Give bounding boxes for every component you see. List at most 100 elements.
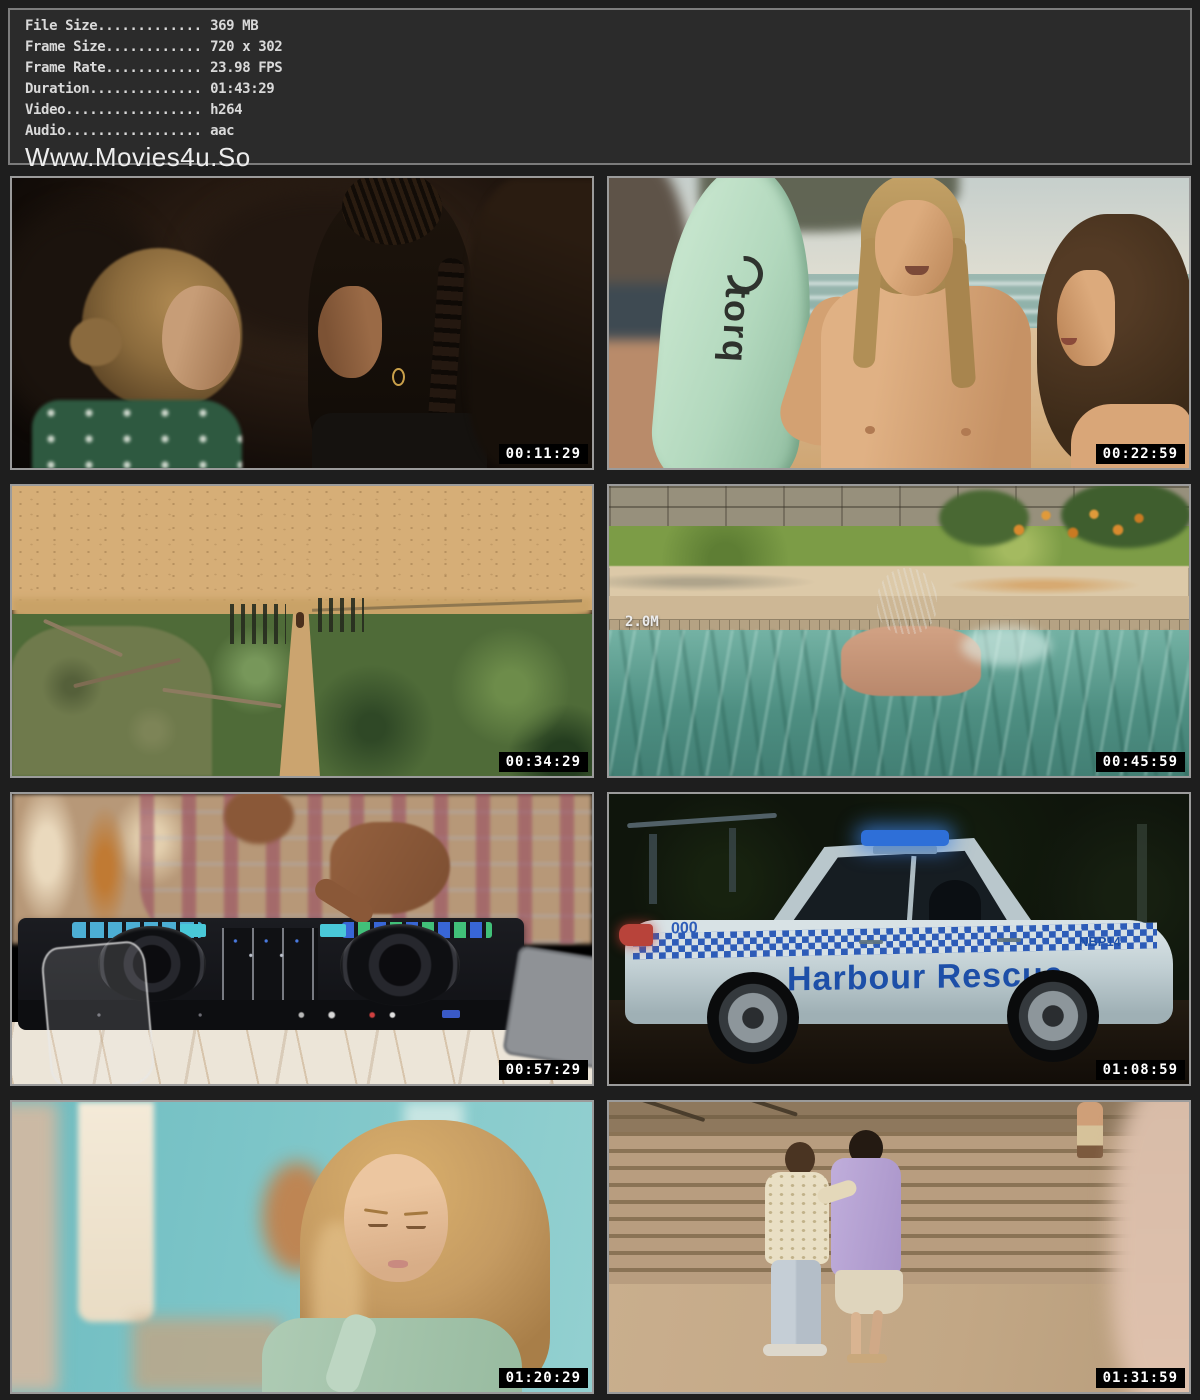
path-gate: [230, 604, 286, 644]
pergola-post: [649, 834, 657, 904]
car-rear-number: 000: [671, 920, 698, 939]
woman-heels: [847, 1354, 887, 1363]
frame-size-row: Frame Size............720 x 302: [25, 37, 1190, 58]
timestamp-badge: 00:22:59: [1096, 444, 1185, 464]
front-wheel: [1007, 970, 1099, 1062]
depth-marker-text: 2.0M: [625, 614, 659, 630]
man-shoes: [763, 1344, 827, 1356]
timestamp-badge: 00:34:29: [499, 752, 588, 772]
screenshot-robe-scene: 01:20:29: [10, 1100, 594, 1394]
swimmer-head: [877, 568, 937, 634]
foreground-silhouette: [467, 178, 594, 468]
sage-robe: [262, 1318, 522, 1392]
walking-person: [296, 612, 304, 628]
timestamp-badge: 01:20:29: [499, 1368, 588, 1388]
green-floral-dress: [32, 400, 242, 470]
chest-detail: [961, 428, 971, 436]
pergola-post: [729, 828, 736, 892]
deck-display: [320, 924, 346, 937]
gold-earring: [392, 368, 405, 386]
screenshot-pool-scene: 2.0M 00:45:59: [607, 484, 1191, 778]
timestamp-badge: 00:45:59: [1096, 752, 1185, 772]
mixer-section: [222, 928, 318, 1000]
blue-light-bar: [861, 830, 949, 846]
frame-rate-row: Frame Rate............23.98 FPS: [25, 58, 1190, 79]
file-size-row: File Size.............369 MB: [25, 16, 1190, 37]
dot-leader: .............: [97, 18, 201, 34]
dot-leader: ............: [105, 60, 201, 76]
timestamp-badge: 01:31:59: [1096, 1368, 1185, 1388]
frame-rate-value: 23.98 FPS: [202, 60, 283, 76]
lightbar-mount: [873, 846, 937, 854]
dot-leader: .................: [65, 123, 202, 139]
closed-eye: [406, 1226, 426, 1229]
duration-label: Duration: [25, 81, 89, 97]
blonde-woman-bun: [70, 318, 122, 366]
aerial-sand: [12, 486, 592, 610]
man-torso: [821, 286, 1031, 468]
audio-codec-row: Audio.................aac: [25, 121, 1190, 142]
timestamp-badge: 01:08:59: [1096, 1060, 1185, 1080]
screenshot-beach-scene: torq 00:22:59: [607, 176, 1191, 470]
distant-person: [1077, 1102, 1103, 1158]
woman-lavender-blazer: [831, 1158, 901, 1276]
man-jeans: [771, 1260, 821, 1350]
chest-detail: [865, 426, 875, 434]
file-size-label: File Size: [25, 18, 97, 34]
screenshot-grid: 00:11:29 torq 00:22:59: [10, 176, 1191, 1394]
woman-face: [1057, 270, 1115, 366]
water-splash: [961, 626, 1051, 666]
dot-leader: ..............: [89, 81, 201, 97]
door-handle: [997, 938, 1021, 942]
leather-jacket: [312, 413, 487, 470]
blurred-shelf: [132, 1318, 282, 1392]
dot-leader: ............: [105, 39, 201, 55]
frame-size-value: 720 x 302: [202, 39, 283, 55]
braided-woman-face: [318, 286, 382, 378]
media-info-panel: File Size.............369 MB Frame Size.…: [8, 8, 1192, 165]
frame-rate-label: Frame Rate: [25, 60, 105, 76]
tail-light: [619, 924, 653, 946]
media-info-page: File Size.............369 MB Frame Size.…: [0, 0, 1200, 1400]
file-size-value: 369 MB: [202, 18, 259, 34]
swimmer-shoulders: [841, 626, 981, 696]
usb-port: [442, 1010, 460, 1018]
woman-cream-skirt: [835, 1270, 903, 1314]
bright-window: [78, 1102, 154, 1322]
lips: [388, 1260, 408, 1268]
video-codec-label: Video: [25, 102, 65, 118]
laptop-edge: [502, 945, 594, 1069]
duration-value: 01:43:29: [202, 81, 275, 97]
timestamp-badge: 00:57:29: [499, 1060, 588, 1080]
pergola-post: [1137, 824, 1147, 924]
jog-wheel-right: [340, 924, 460, 1006]
timestamp-badge: 00:11:29: [499, 444, 588, 464]
orange-flowers: [1001, 498, 1151, 556]
site-watermark: Www.Movies4u.So: [25, 143, 1190, 171]
wine-glass: [40, 940, 156, 1086]
man-head: [785, 1142, 815, 1176]
door-handle: [859, 940, 883, 944]
foreground-blur: [1111, 1100, 1191, 1394]
surfboard-logo-text: torq: [709, 285, 759, 447]
closed-eye: [368, 1224, 388, 1227]
woman-leg: [851, 1312, 861, 1360]
dot-leader: .................: [65, 102, 202, 118]
rear-wheel: [707, 972, 799, 1064]
screenshot-aerial-beach: 00:34:29: [10, 484, 594, 778]
duration-row: Duration..............01:43:29: [25, 79, 1190, 100]
man-cream-shirt: [765, 1172, 829, 1264]
car-unit-code: NBP14: [1079, 934, 1121, 949]
screenshot-rescue-car: Harbour Rescue NBP14 000 01:08:59: [607, 792, 1191, 1086]
man-face: [875, 200, 953, 296]
screenshot-dj-scene: 00:57:29: [10, 792, 594, 1086]
frame-size-label: Frame Size: [25, 39, 105, 55]
video-codec-value: h264: [202, 102, 243, 118]
screenshot-club-scene: 00:11:29: [10, 176, 594, 470]
audio-codec-label: Audio: [25, 123, 65, 139]
audio-codec-value: aac: [202, 123, 235, 139]
path-gate: [318, 598, 364, 632]
foreground-blur: [10, 1102, 58, 1392]
video-codec-row: Video.................h264: [25, 100, 1190, 121]
screenshot-steps-scene: 01:31:59: [607, 1100, 1191, 1394]
